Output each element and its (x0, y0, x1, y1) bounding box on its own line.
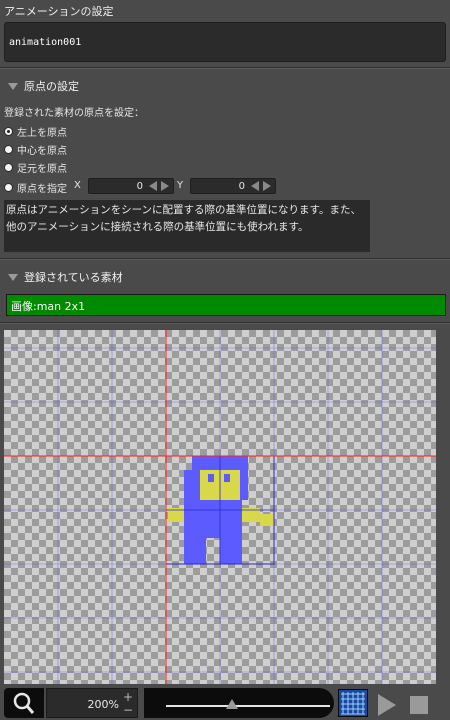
zoom-in-button[interactable]: + (123, 691, 133, 703)
y-value-field[interactable]: 0 (190, 178, 276, 194)
radio-label: 左上を原点 (17, 128, 67, 139)
radio-center[interactable]: 中心を原点 (4, 142, 67, 157)
arrow-left-icon (251, 181, 259, 191)
y-value: 0 (238, 180, 245, 192)
magnifier-icon (13, 692, 35, 714)
zoom-out-button[interactable]: − (123, 704, 133, 716)
divider (0, 322, 450, 324)
y-label: Y (177, 180, 184, 191)
play-icon[interactable] (378, 694, 396, 716)
x-decrement-button[interactable] (147, 179, 159, 193)
zoom-value: 200% (87, 698, 119, 711)
triangle-down-icon (8, 273, 18, 281)
zoom-field[interactable]: 200% + − (46, 688, 138, 718)
radio-label: 足元を原点 (17, 164, 67, 175)
arrow-right-icon (161, 181, 169, 191)
canvas-overlay (4, 330, 436, 684)
x-increment-button[interactable] (159, 179, 171, 193)
y-increment-button[interactable] (261, 179, 273, 193)
asset-item[interactable]: 画像:man 2x1 (6, 294, 446, 316)
radio-indicator (4, 163, 13, 172)
divider (0, 67, 450, 69)
zoom-slider[interactable] (144, 688, 334, 718)
origin-section-title: 原点の設定 (24, 80, 79, 93)
radio-custom[interactable]: 原点を指定 (4, 180, 67, 195)
x-value: 0 (136, 180, 143, 192)
panel-title: アニメーションの設定 (4, 5, 114, 18)
triangle-down-icon (8, 82, 18, 90)
assets-section-header[interactable]: 登録されている素材 (8, 269, 123, 285)
zoom-button[interactable] (4, 688, 44, 718)
y-decrement-button[interactable] (249, 179, 261, 193)
radio-label: 中心を原点 (17, 146, 67, 157)
grid-toggle-button[interactable] (338, 689, 368, 717)
radio-indicator (4, 145, 13, 154)
radio-indicator (4, 127, 13, 136)
radio-feet[interactable]: 足元を原点 (4, 160, 67, 175)
slider-knob[interactable] (225, 699, 238, 709)
radio-indicator (4, 183, 13, 192)
animation-name-input[interactable] (4, 22, 446, 62)
preview-canvas[interactable] (4, 330, 436, 684)
x-value-field[interactable]: 0 (88, 178, 174, 194)
divider (0, 258, 450, 260)
origin-instruction: 登録された素材の原点を設定： (4, 108, 144, 119)
x-label: X (74, 180, 81, 191)
grid-icon (341, 692, 365, 715)
radio-label: 原点を指定 (17, 184, 67, 195)
arrow-right-icon (263, 181, 271, 191)
stop-icon[interactable] (410, 696, 428, 714)
origin-section-header[interactable]: 原点の設定 (8, 78, 79, 94)
origin-help-text: 原点はアニメーションをシーンに配置する際の基準位置になります。また、他のアニメー… (4, 200, 370, 252)
radio-top-left[interactable]: 左上を原点 (4, 124, 67, 139)
slider-track (166, 705, 330, 707)
assets-section-title: 登録されている素材 (24, 271, 123, 284)
bottom-toolbar: 200% + − (0, 686, 450, 720)
arrow-left-icon (149, 181, 157, 191)
